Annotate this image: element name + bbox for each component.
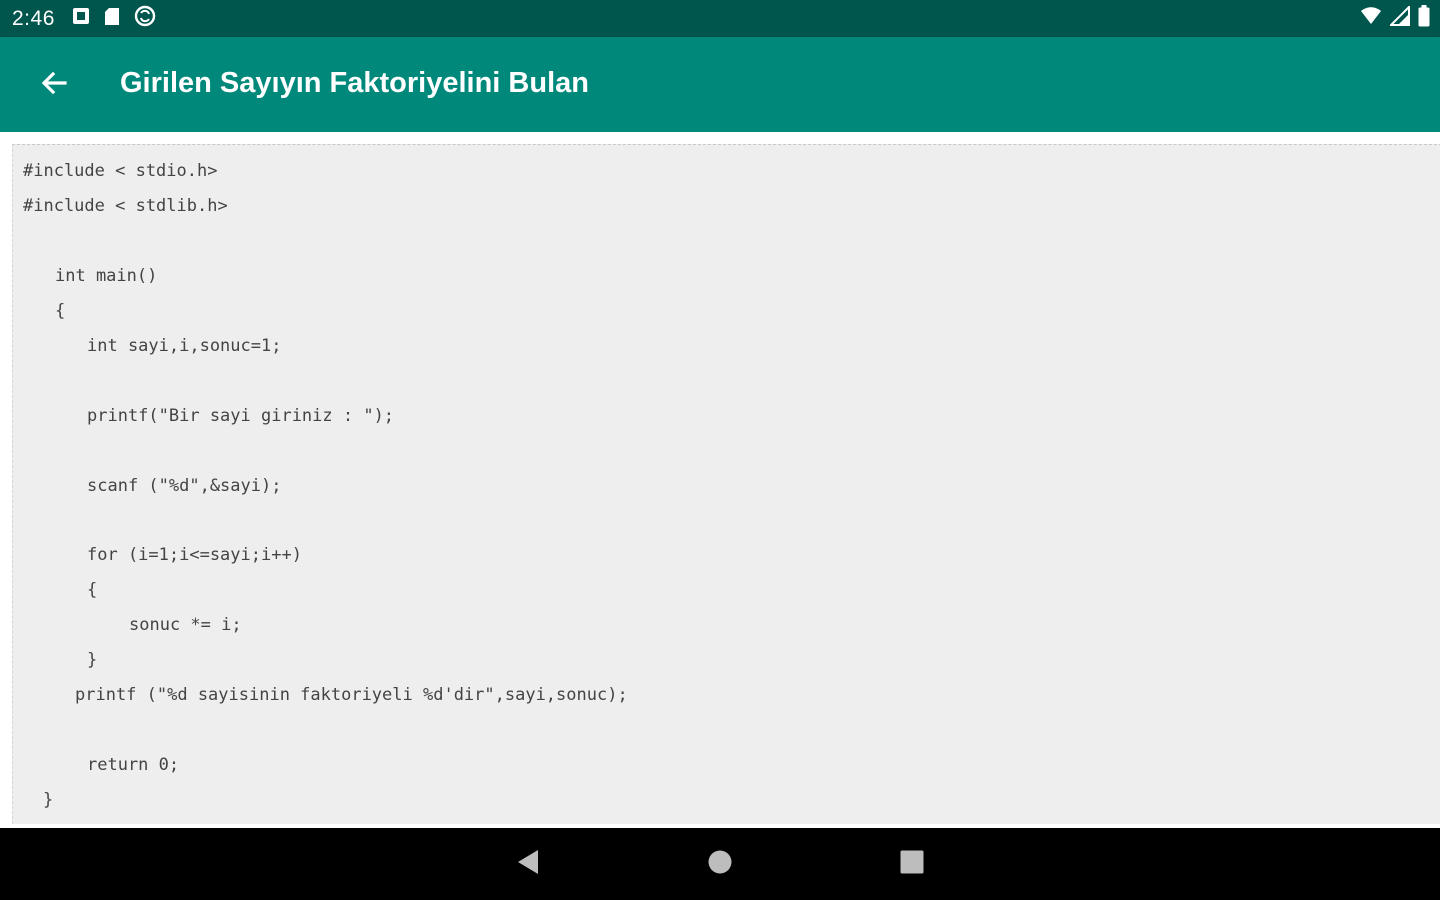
code-line: {: [55, 301, 66, 321]
nav-back-button[interactable]: [510, 846, 546, 882]
code-line: int sayi,i,sonuc=1;: [87, 336, 282, 356]
wifi-icon: [1360, 7, 1382, 30]
sd-card-icon: [104, 7, 120, 31]
home-circle-icon: [707, 849, 733, 880]
code-line: sonuc *= i;: [129, 615, 242, 635]
notification-icon: [72, 7, 90, 30]
code-line: }: [43, 790, 54, 810]
code-line: scanf ("%d",&sayi);: [87, 476, 282, 496]
code-line: for (i=1;i<=sayi;i++): [87, 545, 302, 565]
app-bar: Girilen Sayıyın Faktoriyelini Bulan: [0, 37, 1440, 132]
status-icons-right: [1360, 4, 1430, 32]
status-bar: 2:46: [0, 0, 1440, 37]
sync-icon: [134, 5, 156, 32]
battery-icon: [1418, 5, 1430, 32]
recents-square-icon: [900, 850, 924, 879]
page-title: Girilen Sayıyın Faktoriyelini Bulan: [120, 67, 589, 99]
back-button[interactable]: [28, 61, 80, 109]
code-line: printf("Bir sayi giriniz : ");: [87, 406, 395, 426]
code-line: printf ("%d sayisinin faktoriyeli %d'dir…: [75, 685, 628, 705]
back-triangle-icon: [515, 848, 541, 881]
code-line: #include < stdlib.h>: [23, 196, 228, 216]
code-line: int main(): [55, 266, 158, 286]
content-area: #include < stdio.h> #include < stdlib.h>…: [0, 132, 1440, 828]
nav-recents-button[interactable]: [894, 846, 930, 882]
nav-home-button[interactable]: [702, 846, 738, 882]
code-line: return 0;: [87, 755, 180, 775]
status-time: 2:46: [12, 7, 55, 30]
arrow-left-icon: [39, 68, 69, 103]
signal-icon: [1388, 4, 1410, 31]
code-view[interactable]: #include < stdio.h> #include < stdlib.h>…: [12, 144, 1440, 824]
code-line: }: [87, 650, 98, 670]
status-icons-left: [72, 5, 156, 32]
code-line: {: [87, 580, 98, 600]
navigation-bar: [0, 828, 1440, 900]
code-line: #include < stdio.h>: [23, 161, 218, 181]
